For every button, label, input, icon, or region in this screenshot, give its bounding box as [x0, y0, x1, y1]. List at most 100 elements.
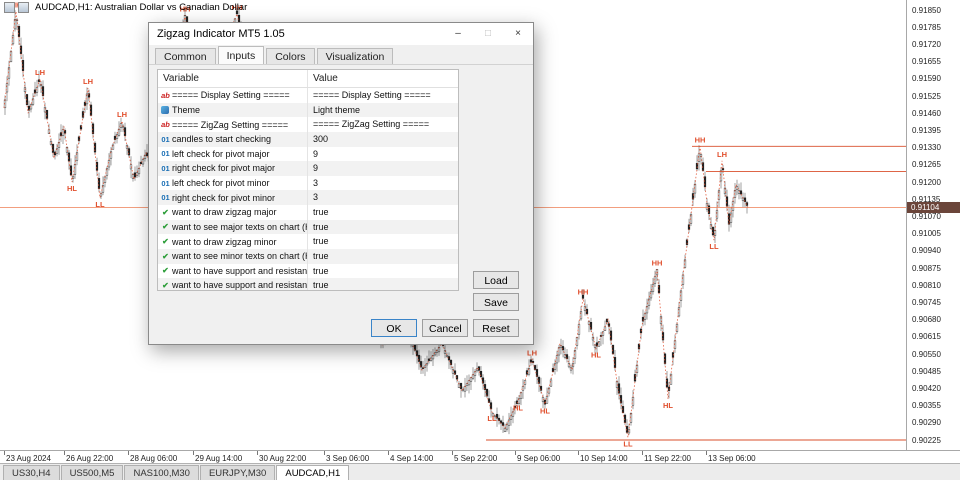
price-axis-label: 0.90550: [912, 350, 941, 359]
param-name: 01candles to start checking: [158, 132, 308, 147]
param-row[interactable]: ✔want to have support and resistance lin…: [158, 278, 458, 291]
param-value[interactable]: ===== Display Setting =====: [308, 88, 458, 103]
int-param-icon: 01: [159, 179, 172, 188]
bool-param-icon: ✔: [159, 266, 172, 275]
zigzag-pivot-label: HL: [591, 351, 601, 360]
param-name: ✔want to see major texts on chart (HH-HL…: [158, 220, 308, 235]
chart-tab-us30-h4[interactable]: US30,H4: [3, 465, 60, 480]
price-axis-label: 0.91070: [912, 212, 941, 221]
ok-button[interactable]: OK: [371, 319, 417, 337]
dialog-tab-colors[interactable]: Colors: [266, 48, 314, 64]
time-axis-label: 9 Sep 06:00: [517, 454, 560, 463]
param-value[interactable]: Light theme: [308, 103, 458, 118]
zigzag-pivot-label: HH: [695, 135, 706, 144]
dialog-title: Zigzag Indicator MT5 1.05: [149, 28, 443, 40]
zigzag-pivot-label: LL: [95, 200, 105, 209]
param-row[interactable]: ab===== Display Setting ========== Displ…: [158, 88, 458, 103]
param-name: 01right check for pivot minor: [158, 190, 308, 205]
bool-param-icon: ✔: [159, 281, 172, 290]
param-row[interactable]: ✔want to see major texts on chart (HH-HL…: [158, 220, 458, 235]
param-value[interactable]: ===== ZigZag Setting =====: [308, 117, 458, 132]
time-axis-label: 5 Sep 22:00: [454, 454, 497, 463]
param-row[interactable]: 01right check for pivot minor3: [158, 190, 458, 205]
param-row[interactable]: ThemeLight theme: [158, 103, 458, 118]
price-axis-label: 0.91395: [912, 126, 941, 135]
reset-button[interactable]: Reset: [473, 319, 519, 337]
param-name: ab===== Display Setting =====: [158, 88, 308, 103]
price-axis-label: 0.90745: [912, 298, 941, 307]
inputs-table-header: Variable Value: [158, 70, 458, 88]
param-value[interactable]: 300: [308, 132, 458, 147]
close-icon[interactable]: ×: [503, 23, 533, 45]
price-axis-label: 0.90875: [912, 264, 941, 273]
time-axis-label: 11 Sep 22:00: [644, 454, 691, 463]
time-axis[interactable]: 23 Aug 2024 26 Aug 22:00 28 Aug 06:00 29 Au…: [0, 450, 960, 463]
price-axis-label: 0.90810: [912, 281, 941, 290]
price-axis-label: 0.90680: [912, 315, 941, 324]
price-axis-label: 0.90940: [912, 246, 941, 255]
param-value[interactable]: true: [308, 205, 458, 220]
param-row[interactable]: ✔want to have support and resistance lin…: [158, 264, 458, 279]
time-axis-label: 26 Aug 22:00: [66, 454, 113, 463]
text-param-icon: ab: [159, 120, 172, 129]
time-axis-tick: [578, 451, 579, 455]
param-row[interactable]: ✔want to see minor texts on chart (HH-HL…: [158, 249, 458, 264]
chart-tab-us500-m5[interactable]: US500,M5: [61, 465, 124, 480]
time-axis-label: 23 Aug 2024: [6, 454, 51, 463]
column-header-value: Value: [308, 70, 458, 87]
zigzag-pivot-label: LL: [709, 242, 719, 251]
time-axis-tick: [515, 451, 516, 455]
param-value[interactable]: true: [308, 264, 458, 279]
inputs-table: Variable Value ab===== Display Setting =…: [157, 69, 459, 291]
dialog-titlebar[interactable]: Zigzag Indicator MT5 1.05 – □ ×: [149, 23, 533, 45]
time-axis-tick: [128, 451, 129, 455]
param-row[interactable]: ab===== ZigZag Setting ========== ZigZag…: [158, 117, 458, 132]
param-name: ✔want to have support and resistance lin…: [158, 264, 308, 279]
minimize-icon[interactable]: –: [443, 23, 473, 45]
maximize-icon[interactable]: □: [473, 23, 503, 45]
zigzag-pivot-label: LH: [527, 348, 537, 357]
time-axis-label: 13 Sep 06:00: [708, 454, 756, 463]
price-axis-label: 0.90225: [912, 436, 941, 445]
cancel-button[interactable]: Cancel: [422, 319, 468, 337]
dialog-tab-visualization[interactable]: Visualization: [317, 48, 394, 64]
int-param-icon: 01: [159, 193, 172, 202]
price-axis-label: 0.91005: [912, 229, 941, 238]
dialog-tab-common[interactable]: Common: [155, 48, 216, 64]
param-value[interactable]: 3: [308, 176, 458, 191]
chart-symbol-title: AUDCAD,H1: Australian Dollar vs Canadian…: [35, 2, 247, 13]
param-value[interactable]: 3: [308, 190, 458, 205]
param-value[interactable]: 9: [308, 161, 458, 176]
time-axis-label: 29 Aug 14:00: [195, 454, 242, 463]
chart-tab-nas100-m30[interactable]: NAS100,M30: [124, 465, 199, 480]
param-row[interactable]: 01left check for pivot minor3: [158, 176, 458, 191]
dialog-tab-inputs[interactable]: Inputs: [218, 46, 265, 64]
price-axis-label: 0.91525: [912, 92, 941, 101]
param-value[interactable]: true: [308, 220, 458, 235]
param-row[interactable]: 01candles to start checking300: [158, 132, 458, 147]
param-value[interactable]: true: [308, 249, 458, 264]
time-axis-tick: [324, 451, 325, 455]
time-axis-tick: [193, 451, 194, 455]
time-axis-label: 28 Aug 06:00: [130, 454, 177, 463]
zigzag-pivot-label: HL: [67, 184, 77, 193]
param-value[interactable]: true: [308, 278, 458, 291]
int-param-icon: 01: [159, 135, 172, 144]
param-row[interactable]: ✔want to draw zigzag minortrue: [158, 234, 458, 249]
price-axis[interactable]: 0.91104 0.918500.917850.917200.916550.91…: [906, 0, 960, 450]
load-button[interactable]: Load: [473, 271, 519, 289]
chart-tab-audcad-h1[interactable]: AUDCAD,H1: [276, 465, 349, 480]
price-axis-label: 0.90290: [912, 418, 941, 427]
param-name: 01right check for pivot major: [158, 161, 308, 176]
param-row[interactable]: 01left check for pivot major9: [158, 147, 458, 162]
param-row[interactable]: 01right check for pivot major9: [158, 161, 458, 176]
param-value[interactable]: 9: [308, 147, 458, 162]
save-button[interactable]: Save: [473, 293, 519, 311]
param-row[interactable]: ✔want to draw zigzag majortrue: [158, 205, 458, 220]
time-axis-tick: [452, 451, 453, 455]
zigzag-pivot-label: HL: [540, 406, 550, 415]
param-value[interactable]: true: [308, 234, 458, 249]
zigzag-pivot-label: LL: [487, 414, 497, 423]
chart-tab-eurjpy-m30[interactable]: EURJPY,M30: [200, 465, 275, 480]
param-name: ab===== ZigZag Setting =====: [158, 117, 308, 132]
